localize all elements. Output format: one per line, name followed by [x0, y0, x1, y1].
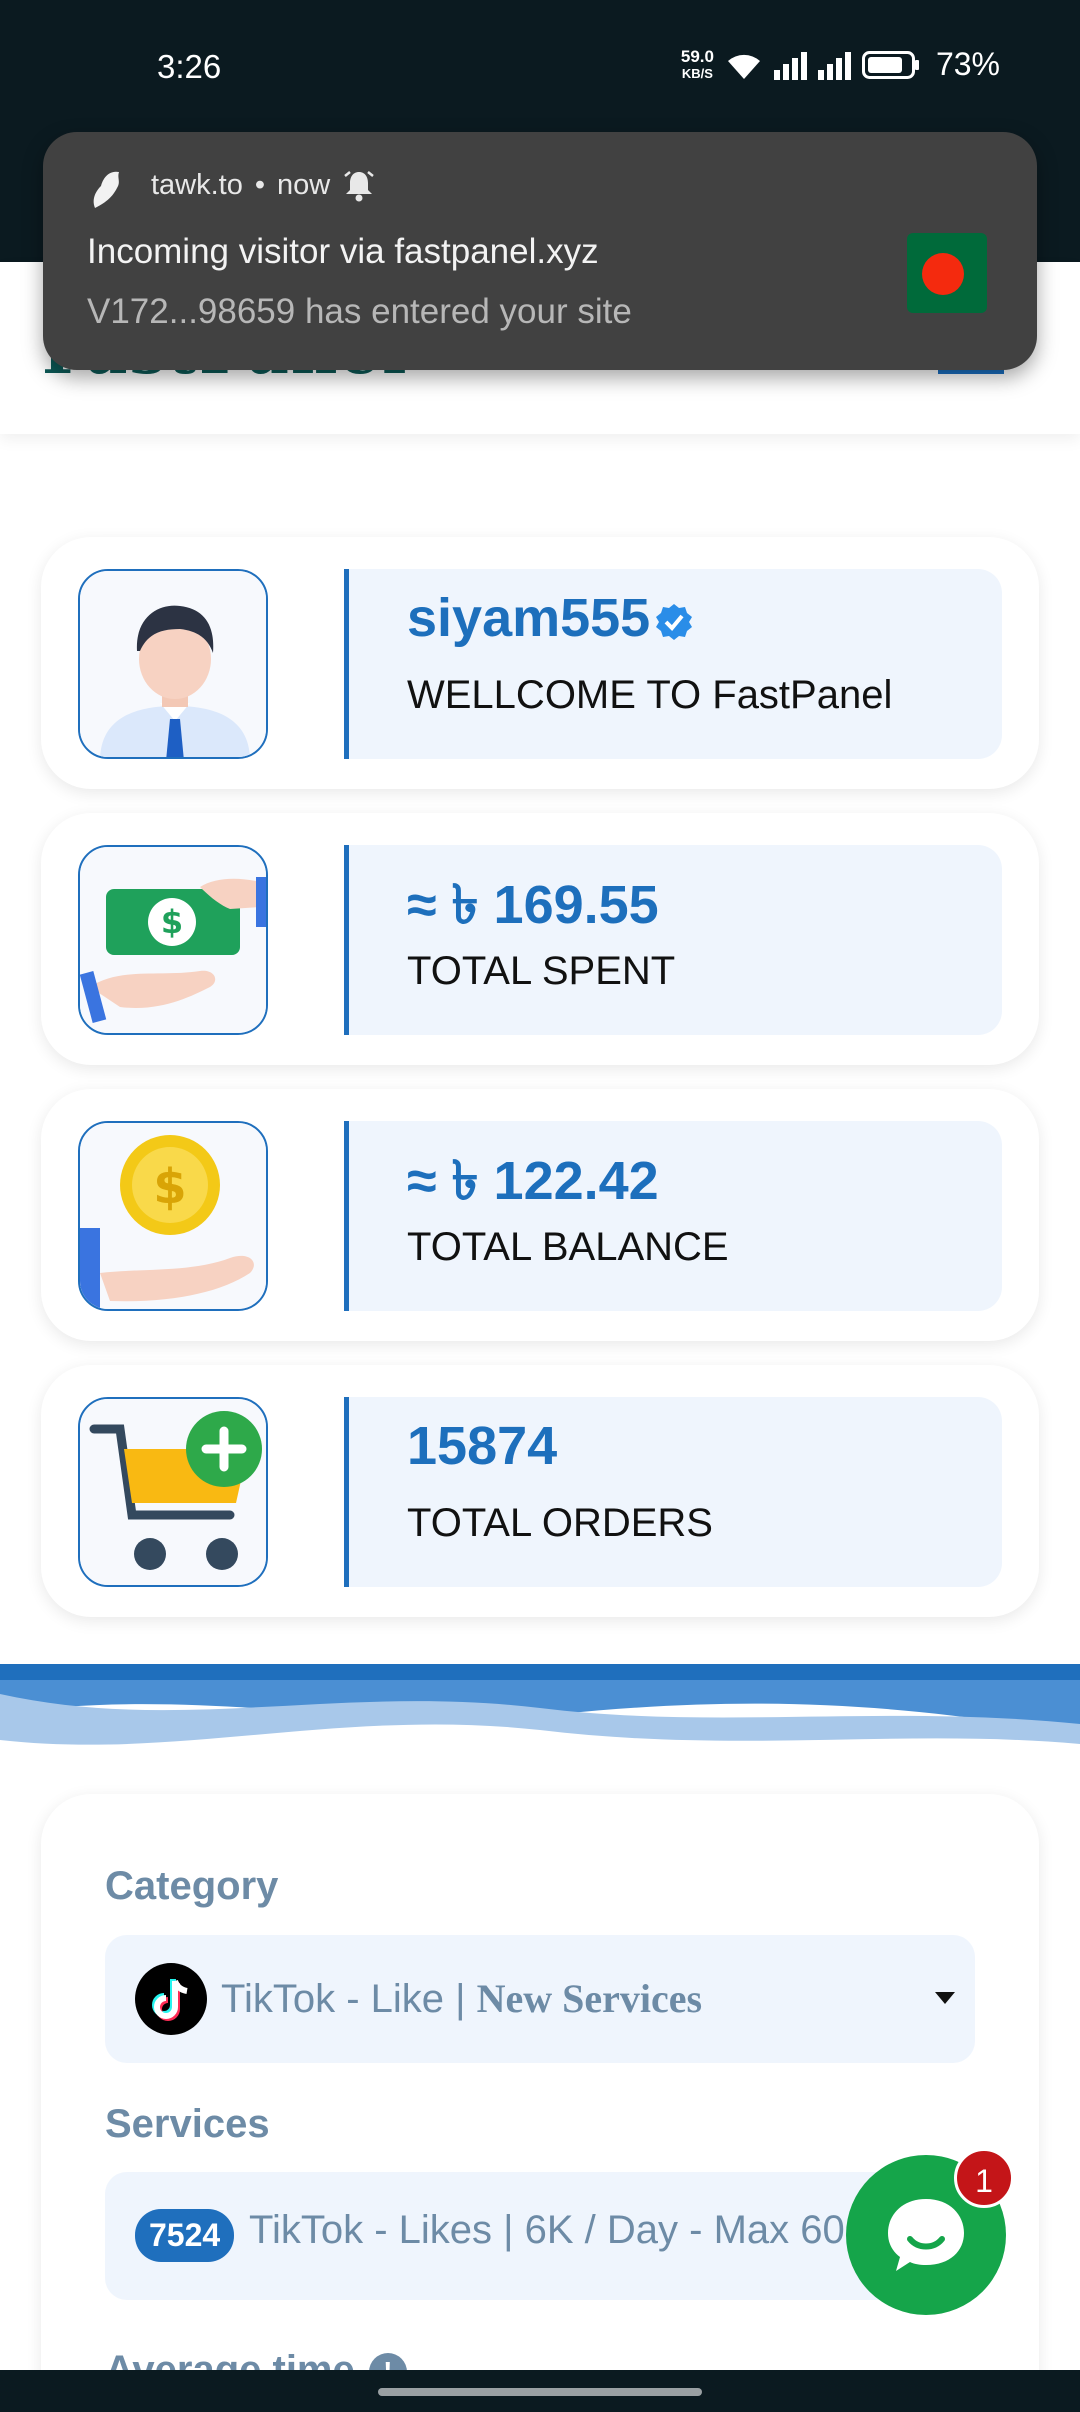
svg-text:$: $	[153, 1159, 186, 1215]
total-orders-value: 15874	[407, 1416, 558, 1476]
notification-body: V172...98659 has entered your site	[87, 292, 632, 331]
status-time: 3:26	[157, 48, 222, 85]
stat-info: siyam555 WELLCOME TO FastPanel	[344, 569, 1002, 759]
wave-divider	[0, 1664, 1080, 1745]
stat-info: 15874 TOTAL ORDERS	[344, 1397, 1002, 1587]
cart-add-icon	[78, 1397, 268, 1587]
wifi-icon	[727, 54, 760, 79]
stat-card-spent: $ ≈ ৳ 169.55 TOTAL SPENT	[41, 813, 1039, 1065]
net-speed: 59.0 KB/S	[680, 46, 714, 81]
home-gesture-handle[interactable]	[378, 2388, 702, 2396]
status-icons: 59.0 KB/S 73%	[681, 46, 1000, 83]
notification-app: tawk.to	[151, 168, 243, 201]
total-balance-label: TOTAL BALANCE	[407, 1225, 729, 1269]
stat-info: ≈ ৳ 122.42 TOTAL BALANCE	[344, 1121, 1002, 1311]
notification-separator: •	[254, 168, 266, 201]
tawk-icon	[93, 171, 119, 208]
services-label: Services	[105, 2102, 270, 2146]
services-select[interactable]: 7524 TikTok - Likes | 6K / Day - Max 60	[105, 2172, 975, 2300]
battery-icon	[861, 50, 919, 79]
service-id-badge: 7524	[135, 2209, 235, 2262]
total-spent-value: ≈ ৳ 169.55	[407, 875, 659, 935]
stat-card-user: siyam555 WELLCOME TO FastPanel	[41, 537, 1039, 789]
tiktok-icon	[135, 1963, 207, 2035]
category-value: TikTok - Like | New Services	[221, 1976, 703, 2021]
username: siyam555	[407, 587, 694, 649]
new-order-form: Category TikTok - Like | New Services Se…	[41, 1794, 1039, 2412]
category-select[interactable]: TikTok - Like | New Services	[105, 1935, 975, 2063]
signal-icon	[773, 51, 807, 80]
money-hand-icon: $	[78, 845, 268, 1035]
notification-title: Incoming visitor via fastpanel.xyz	[87, 232, 599, 271]
notification-meta: tawk.to • now	[151, 168, 376, 202]
user-avatar-icon	[78, 569, 268, 759]
chevron-down-icon	[935, 1992, 955, 2004]
chat-unread-badge: 1	[954, 2148, 1014, 2208]
notification-time: now	[277, 168, 331, 201]
bell-icon	[344, 171, 375, 202]
stat-card-balance: $ ≈ ৳ 122.42 TOTAL BALANCE	[41, 1089, 1039, 1341]
welcome-label: WELLCOME TO FastPanel	[407, 673, 893, 717]
total-spent-label: TOTAL SPENT	[407, 949, 676, 993]
svg-text:$: $	[161, 903, 183, 941]
stat-info: ≈ ৳ 169.55 TOTAL SPENT	[344, 845, 1002, 1035]
battery-percent: 73%	[935, 46, 1000, 82]
service-value: TikTok - Likes | 6K / Day - Max 60	[249, 2208, 845, 2252]
signal-icon	[817, 51, 851, 80]
notification[interactable]: tawk.to • now Incoming visitor via fastp…	[43, 132, 1037, 370]
category-label: Category	[105, 1864, 279, 1908]
coin-hand-icon: $	[78, 1121, 268, 1311]
stat-card-orders: 15874 TOTAL ORDERS	[41, 1365, 1039, 1617]
bangladesh-flag-icon	[907, 233, 987, 313]
verified-icon	[656, 603, 693, 640]
total-balance-value: ≈ ৳ 122.42	[407, 1151, 659, 1211]
total-orders-label: TOTAL ORDERS	[407, 1501, 713, 1545]
